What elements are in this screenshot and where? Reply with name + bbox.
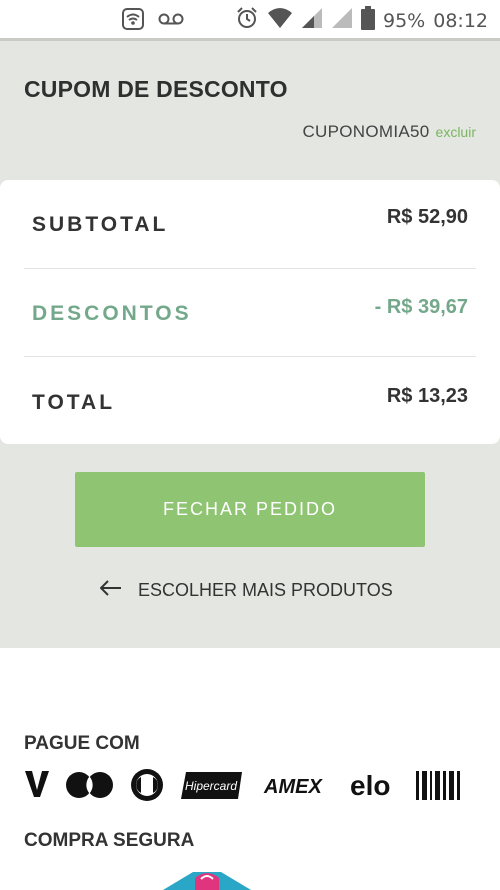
hipercard-icon: Hipercard: [181, 772, 242, 799]
alarm-icon: [235, 6, 259, 35]
coupon-code: CUPONOMIA50: [302, 122, 430, 141]
total-value: R$ 13,23: [386, 385, 468, 407]
discount-row: DESCONTOS - R$ 39,67: [32, 269, 468, 357]
amex-text: AMEX: [263, 776, 323, 798]
voicemail-icon: [158, 12, 184, 31]
battery-icon: [361, 6, 375, 35]
battery-percent: 95%: [383, 9, 426, 32]
clock-time: 08:12: [433, 9, 488, 32]
checkout-button[interactable]: FECHAR PEDIDO: [75, 472, 425, 547]
wifi-hotspot-icon: [122, 8, 144, 35]
subtotal-row: SUBTOTAL R$ 52,90: [32, 180, 468, 268]
wifi-signal-icon: [267, 7, 293, 34]
payment-methods: Hipercard AMEX elo: [25, 769, 460, 801]
elo-text: elo: [350, 770, 390, 801]
amex-icon: AMEX: [263, 776, 323, 798]
total-label: TOTAL: [32, 391, 116, 414]
arrow-left-icon: [99, 580, 122, 601]
status-bar: 95% 08:12: [0, 0, 500, 38]
mastercard-icon: [66, 772, 113, 798]
diners-icon: [131, 769, 163, 801]
continue-shopping-label: ESCOLHER MAIS PRODUTOS: [138, 580, 393, 600]
secure-purchase-title: COMPRA SEGURA: [24, 830, 195, 851]
cell-signal-icon: [301, 7, 323, 34]
subtotal-value: R$ 52,90: [386, 206, 468, 228]
secure-badge-icon: [163, 872, 251, 890]
applied-coupon: CUPONOMIA50 excluir: [302, 122, 476, 142]
continue-shopping-link[interactable]: ESCOLHER MAIS PRODUTOS: [99, 580, 393, 601]
cell-signal-2-icon: [331, 7, 353, 34]
remove-coupon-link[interactable]: excluir: [436, 124, 476, 140]
subtotal-label: SUBTOTAL: [32, 213, 169, 236]
discount-value: - R$ 39,67: [374, 296, 468, 318]
elo-icon: elo: [350, 770, 390, 801]
visa-icon: [25, 771, 49, 797]
coupon-title: CUPOM DE DESCONTO: [24, 76, 288, 102]
discount-label: DESCONTOS: [32, 302, 192, 325]
order-totals-card: SUBTOTAL R$ 52,90 DESCONTOS - R$ 39,67 T…: [0, 180, 500, 444]
boleto-icon: [416, 771, 460, 800]
total-row: TOTAL R$ 13,23: [32, 357, 468, 445]
payment-title: PAGUE COM: [24, 733, 140, 754]
hipercard-text: Hipercard: [185, 779, 237, 793]
